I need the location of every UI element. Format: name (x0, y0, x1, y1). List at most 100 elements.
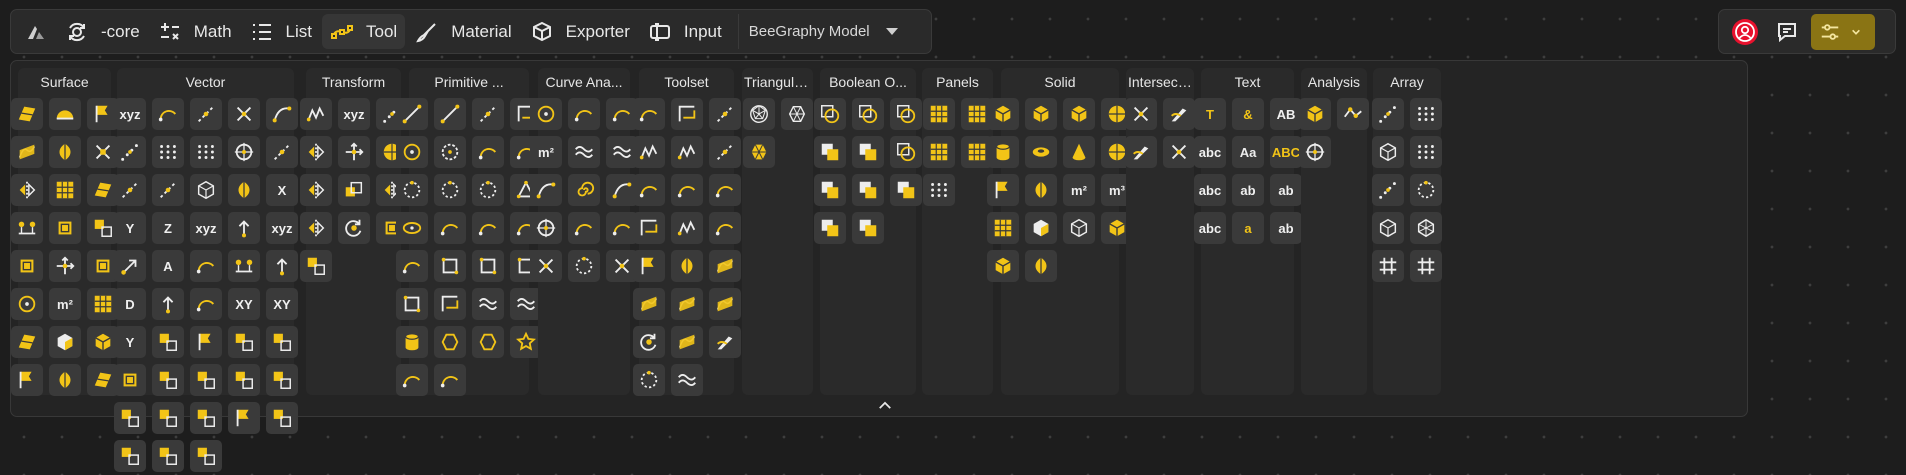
vector-tool-button[interactable] (114, 402, 146, 434)
primitive-tool-button[interactable] (396, 364, 428, 396)
array-tool-button[interactable] (1372, 136, 1404, 168)
vector-tool-button[interactable] (114, 136, 146, 168)
solid-tool-button[interactable] (987, 136, 1019, 168)
vector-tool-button[interactable] (228, 326, 260, 358)
vector-tool-button[interactable] (190, 136, 222, 168)
surface-tool-button[interactable] (11, 250, 43, 282)
menu-exporter[interactable]: Exporter (522, 14, 638, 49)
array-tool-button[interactable] (1372, 250, 1404, 282)
primitive-tool-button[interactable] (472, 212, 504, 244)
toolset-tool-button[interactable] (709, 136, 741, 168)
panels-tool-button[interactable] (923, 136, 955, 168)
solid-tool-button[interactable] (987, 250, 1019, 282)
transform-tool-button[interactable] (300, 250, 332, 282)
transform-tool-button[interactable] (300, 136, 332, 168)
primitive-tool-button[interactable] (434, 174, 466, 206)
text-tool-button[interactable]: ab (1232, 174, 1264, 206)
array-tool-button[interactable] (1372, 98, 1404, 130)
solid-tool-button[interactable] (1063, 212, 1095, 244)
vector-tool-button[interactable] (190, 250, 222, 282)
array-tool-button[interactable] (1410, 98, 1442, 130)
toolset-tool-button[interactable] (709, 212, 741, 244)
intersection-tool-button[interactable] (1125, 136, 1157, 168)
toolset-tool-button[interactable] (633, 212, 665, 244)
primitive-tool-button[interactable] (396, 326, 428, 358)
surface-tool-button[interactable] (49, 250, 81, 282)
primitive-tool-button[interactable] (434, 364, 466, 396)
vector-tool-button[interactable] (190, 98, 222, 130)
solid-tool-button[interactable] (1063, 98, 1095, 130)
vector-tool-button[interactable] (228, 250, 260, 282)
solid-tool-button[interactable] (987, 212, 1019, 244)
vector-tool-button[interactable]: A (152, 250, 184, 282)
toolset-tool-button[interactable] (671, 98, 703, 130)
toolset-tool-button[interactable] (709, 326, 741, 358)
toolset-tool-button[interactable] (633, 250, 665, 282)
array-tool-button[interactable] (1410, 250, 1442, 282)
toolset-tool-button[interactable] (671, 174, 703, 206)
collapse-panel-button[interactable] (871, 396, 899, 414)
solid-tool-button[interactable] (1025, 136, 1057, 168)
vector-tool-button[interactable] (190, 326, 222, 358)
vector-tool-button[interactable] (266, 250, 298, 282)
toolset-tool-button[interactable] (709, 98, 741, 130)
vector-tool-button[interactable] (228, 136, 260, 168)
vector-tool-button[interactable]: X (266, 174, 298, 206)
vector-tool-button[interactable]: XY (266, 288, 298, 320)
primitive-tool-button[interactable] (434, 98, 466, 130)
vector-tool-button[interactable]: xyz (190, 212, 222, 244)
boolean-operation-tool-button[interactable] (890, 98, 922, 130)
vector-tool-button[interactable] (228, 402, 260, 434)
toolset-tool-button[interactable] (709, 174, 741, 206)
surface-tool-button[interactable] (11, 136, 43, 168)
text-tool-button[interactable]: abc (1194, 136, 1226, 168)
text-tool-button[interactable]: ab (1270, 212, 1302, 244)
menu-input[interactable]: Input (640, 14, 730, 49)
primitive-tool-button[interactable] (472, 98, 504, 130)
vector-tool-button[interactable]: Y (114, 212, 146, 244)
comments-button[interactable] (1769, 14, 1805, 50)
text-tool-button[interactable]: Aa (1232, 136, 1264, 168)
toolset-tool-button[interactable] (671, 326, 703, 358)
analysis-tool-button[interactable] (1299, 98, 1331, 130)
intersection-tool-button[interactable] (1125, 98, 1157, 130)
surface-tool-button[interactable] (49, 136, 81, 168)
vector-tool-button[interactable] (152, 174, 184, 206)
menu-core[interactable]: -core (57, 14, 148, 49)
primitive-tool-button[interactable] (472, 174, 504, 206)
boolean-operation-tool-button[interactable] (890, 136, 922, 168)
solid-tool-button[interactable] (1025, 212, 1057, 244)
toolset-tool-button[interactable] (671, 288, 703, 320)
solid-tool-button[interactable] (1063, 136, 1095, 168)
array-tool-button[interactable] (1372, 174, 1404, 206)
primitive-tool-button[interactable] (472, 250, 504, 282)
curve-analysis-tool-button[interactable] (530, 250, 562, 282)
curve-analysis-tool-button[interactable] (568, 212, 600, 244)
vector-tool-button[interactable] (266, 364, 298, 396)
vector-tool-button[interactable]: Y (114, 326, 146, 358)
array-tool-button[interactable] (1410, 136, 1442, 168)
vector-tool-button[interactable] (152, 288, 184, 320)
transform-tool-button[interactable] (300, 174, 332, 206)
vector-tool-button[interactable]: xyz (114, 98, 146, 130)
text-tool-button[interactable]: abc (1194, 174, 1226, 206)
surface-tool-button[interactable] (49, 98, 81, 130)
primitive-tool-button[interactable] (434, 326, 466, 358)
vector-tool-button[interactable] (190, 364, 222, 396)
boolean-operation-tool-button[interactable] (852, 98, 884, 130)
toolset-tool-button[interactable] (633, 174, 665, 206)
vector-tool-button[interactable] (266, 136, 298, 168)
text-tool-button[interactable]: T (1194, 98, 1226, 130)
text-tool-button[interactable]: AB (1270, 98, 1302, 130)
vector-tool-button[interactable] (152, 136, 184, 168)
vector-tool-button[interactable] (228, 364, 260, 396)
vector-tool-button[interactable]: D (114, 288, 146, 320)
intersection-tool-button[interactable] (1163, 98, 1195, 130)
primitive-tool-button[interactable] (472, 326, 504, 358)
primitive-tool-button[interactable] (396, 174, 428, 206)
vector-tool-button[interactable] (114, 364, 146, 396)
primitive-tool-button[interactable] (472, 136, 504, 168)
text-tool-button[interactable]: a (1232, 212, 1264, 244)
primitive-tool-button[interactable] (396, 250, 428, 282)
boolean-operation-tool-button[interactable] (890, 174, 922, 206)
